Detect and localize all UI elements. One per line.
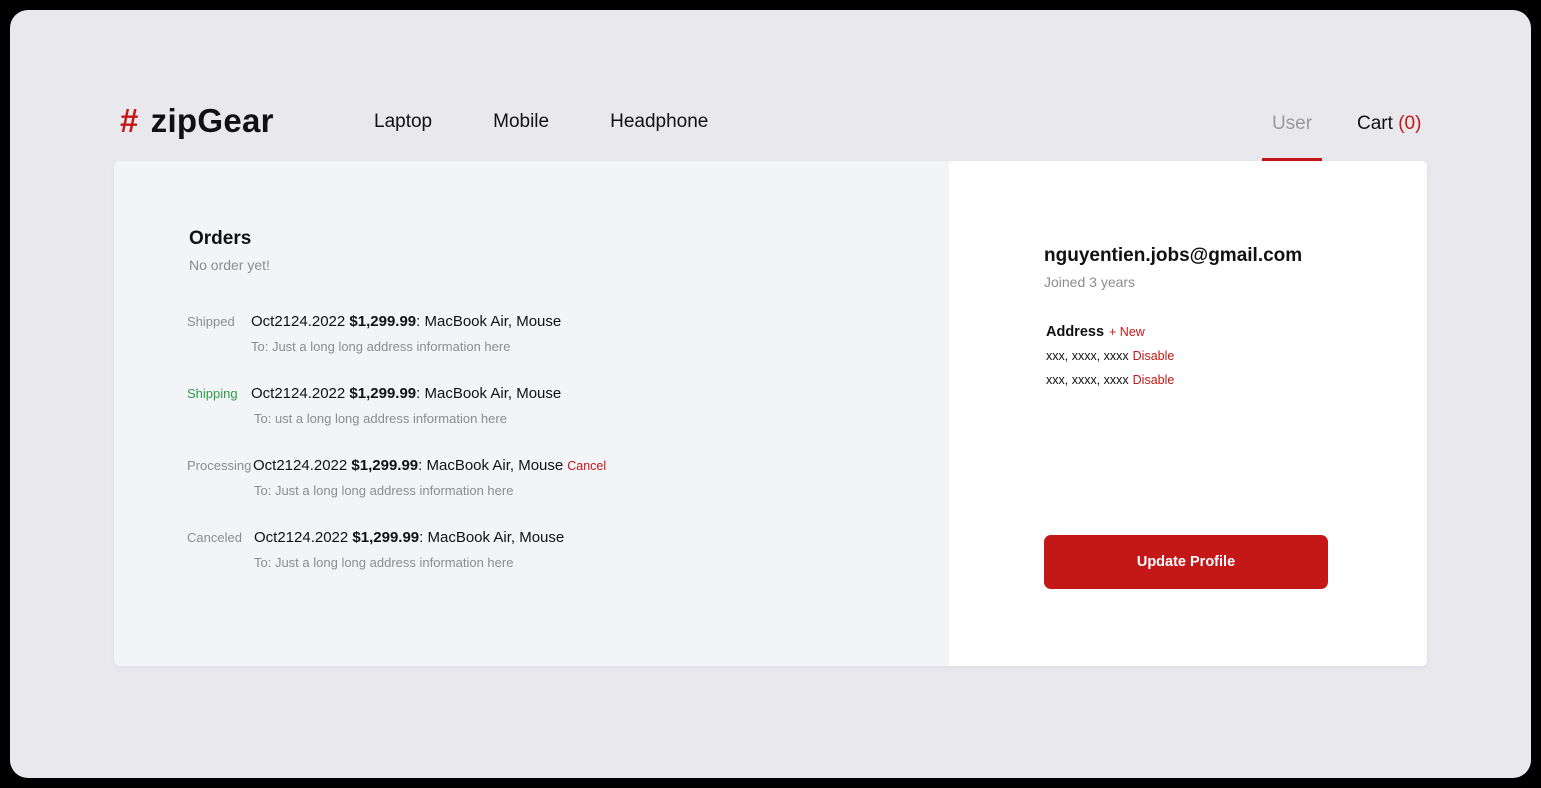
cart-link[interactable]: Cart (0) [1357, 113, 1421, 135]
disable-address-link[interactable]: Disable [1133, 349, 1175, 363]
address-header: Address + New [1046, 324, 1145, 340]
order-row[interactable]: Processing Oct2124.2022 $1,299.99: MacBo… [187, 457, 606, 474]
order-address: To: Just a long long address information… [251, 339, 511, 354]
order-status: Shipped [187, 314, 235, 329]
order-summary: Oct2124.2022 $1,299.99: MacBook Air, Mou… [251, 385, 561, 402]
order-products: : MacBook Air, Mouse [418, 457, 564, 474]
cart-count: (0) [1398, 113, 1422, 134]
nav-link-laptop[interactable]: Laptop [374, 111, 432, 133]
tab-user[interactable]: User [1262, 113, 1322, 161]
profile-joined: Joined 3 years [1044, 274, 1136, 290]
nav-link-mobile[interactable]: Mobile [493, 111, 549, 133]
order-address: To: ust a long long address information … [254, 411, 507, 426]
new-address-link[interactable]: + New [1109, 325, 1145, 339]
order-date: Oct2124.2022 [251, 385, 346, 402]
brand-name: zipGear [150, 102, 274, 139]
order-address: To: Just a long long address information… [254, 483, 514, 498]
order-date: Oct2124.2022 [251, 313, 346, 330]
order-row[interactable]: Canceled Oct2124.2022 $1,299.99: MacBook… [187, 529, 564, 546]
order-amount: $1,299.99 [352, 529, 420, 546]
order-row[interactable]: Shipping Oct2124.2022 $1,299.99: MacBook… [187, 385, 561, 402]
address-row: xxx, xxxx, xxxx Disable [1046, 349, 1174, 363]
address-row: xxx, xxxx, xxxx Disable [1046, 373, 1174, 387]
cart-label: Cart [1357, 113, 1393, 134]
disable-address-link[interactable]: Disable [1133, 373, 1175, 387]
brand-logo[interactable]: # zipGear [120, 102, 274, 140]
cancel-order-link[interactable]: Cancel [567, 459, 606, 473]
order-amount: $1,299.99 [351, 457, 419, 474]
orders-panel: Orders No order yet! Shipped Oct2124.202… [114, 161, 949, 666]
order-products: : MacBook Air, Mouse [416, 313, 562, 330]
order-summary: Oct2124.2022 $1,299.99: MacBook Air, Mou… [254, 529, 564, 546]
order-products: : MacBook Air, Mouse [419, 529, 565, 546]
order-status: Processing [187, 458, 252, 473]
account-nav: User Cart (0) [1262, 113, 1421, 161]
order-products: : MacBook Air, Mouse [416, 385, 562, 402]
order-date: Oct2124.2022 [254, 529, 349, 546]
update-profile-button[interactable]: Update Profile [1044, 535, 1328, 589]
order-summary: Oct2124.2022 $1,299.99: MacBook Air, Mou… [251, 313, 561, 330]
order-date: Oct2124.2022 [253, 457, 348, 474]
order-status: Shipping [187, 386, 238, 401]
app-frame: # zipGear Laptop Mobile Headphone User C… [10, 10, 1531, 778]
address-value: xxx, xxxx, xxxx [1046, 373, 1129, 387]
main-nav: Laptop Mobile Headphone [374, 111, 708, 133]
nav-link-headphone[interactable]: Headphone [610, 111, 708, 133]
hash-icon: # [120, 102, 139, 139]
order-amount: $1,299.99 [349, 385, 417, 402]
profile-panel: nguyentien.jobs@gmail.com Joined 3 years… [949, 161, 1427, 666]
order-summary: Oct2124.2022 $1,299.99: MacBook Air, Mou… [253, 457, 563, 474]
order-row[interactable]: Shipped Oct2124.2022 $1,299.99: MacBook … [187, 313, 561, 330]
account-card: Orders No order yet! Shipped Oct2124.202… [114, 161, 1427, 666]
order-status: Canceled [187, 530, 242, 545]
profile-email: nguyentien.jobs@gmail.com [1044, 245, 1303, 266]
order-amount: $1,299.99 [349, 313, 417, 330]
orders-title: Orders [189, 228, 252, 249]
order-address: To: Just a long long address information… [254, 555, 514, 570]
orders-empty-text: No order yet! [189, 257, 270, 273]
address-label: Address [1046, 324, 1105, 340]
address-value: xxx, xxxx, xxxx [1046, 349, 1129, 363]
